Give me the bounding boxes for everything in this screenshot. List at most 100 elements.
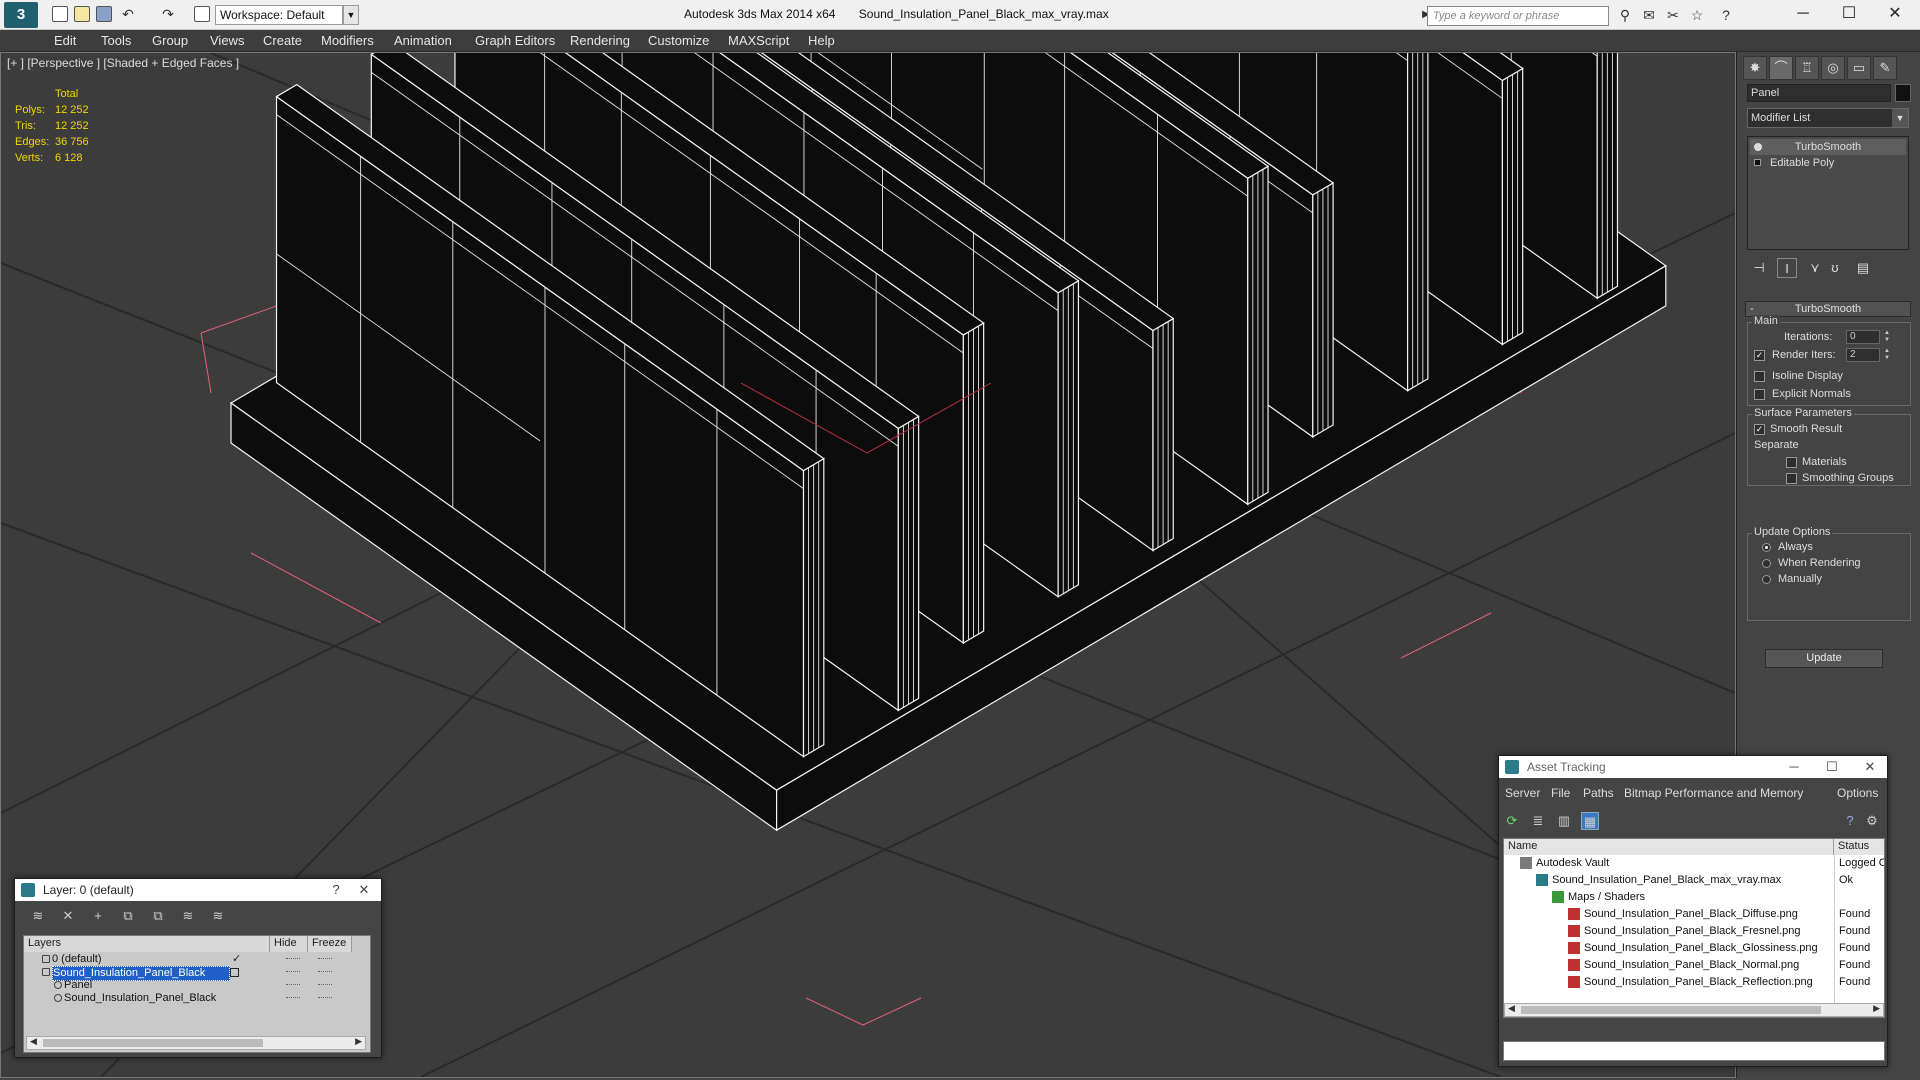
asset-row[interactable]: Sound_Insulation_Panel_Black_Reflection.… [1504, 974, 1884, 990]
pin-stack-icon[interactable]: ⊣ [1749, 258, 1769, 278]
asset-row[interactable]: Autodesk Vault Logged O [1504, 855, 1884, 871]
manually-radio[interactable] [1762, 575, 1771, 584]
scrollbar-thumb[interactable] [43, 1039, 263, 1047]
materials-checkbox[interactable] [1786, 457, 1797, 468]
settings-icon[interactable]: ⚙ [1863, 812, 1881, 830]
create-tab-icon[interactable]: ✸ [1743, 56, 1767, 80]
layer-row[interactable]: 0 (default) ✓ [24, 953, 370, 966]
binoculars-icon[interactable]: ⚲ [1617, 7, 1633, 23]
tools-icon[interactable]: ✂ [1665, 7, 1681, 23]
update-button[interactable]: Update [1765, 649, 1883, 668]
asset-row[interactable]: Sound_Insulation_Panel_Black_Glossiness.… [1504, 940, 1884, 956]
hide-toggle[interactable] [286, 984, 300, 987]
chevron-down-icon[interactable]: ▼ [343, 5, 359, 25]
menu-group[interactable]: Group [152, 33, 188, 48]
layer-row[interactable]: Sound_Insulation_Panel_Black [24, 992, 370, 1005]
minimize-button[interactable]: ─ [1781, 756, 1807, 778]
asset-row[interactable]: Sound_Insulation_Panel_Black_Normal.png F… [1504, 957, 1884, 973]
asset-menu-bitmap-performance[interactable]: Bitmap Performance and Memory [1624, 786, 1803, 800]
freeze-toggle[interactable] [318, 958, 332, 961]
close-button[interactable]: ✕ [1857, 756, 1883, 778]
communication-icon[interactable]: ✉ [1641, 7, 1657, 23]
asset-row[interactable]: Sound_Insulation_Panel_Black_max_vray.ma… [1504, 872, 1884, 888]
always-radio[interactable] [1762, 543, 1771, 552]
freeze-toggle[interactable] [318, 997, 332, 1000]
highlight-selected-icon[interactable]: ⧉ [149, 907, 167, 925]
freeze-all-icon[interactable]: ≋ [209, 907, 227, 925]
close-button[interactable]: ✕ [351, 879, 377, 901]
menu-graph-editors[interactable]: Graph Editors [475, 33, 555, 48]
menu-modifiers[interactable]: Modifiers [321, 33, 374, 48]
spinner-arrows-icon[interactable]: ▲ ▼ [1882, 348, 1892, 362]
project-folder-icon[interactable] [194, 6, 210, 22]
render-iters-checkbox[interactable]: ✓ [1754, 350, 1765, 361]
column-header-status[interactable]: Status [1834, 839, 1884, 855]
add-to-layer-icon[interactable]: + [89, 907, 107, 925]
current-layer-box-icon[interactable] [230, 968, 239, 977]
menu-views[interactable]: Views [210, 33, 244, 48]
menu-customize[interactable]: Customize [648, 33, 709, 48]
when-rendering-radio[interactable] [1762, 559, 1771, 568]
display-tab-icon[interactable]: ▭ [1847, 56, 1871, 80]
motion-tab-icon[interactable]: ◎ [1821, 56, 1845, 80]
new-layer-icon[interactable]: ≋ [29, 907, 47, 925]
sound-insulation-panel-model[interactable] [229, 53, 1667, 832]
asset-row[interactable]: Sound_Insulation_Panel_Black_Fresnel.png… [1504, 923, 1884, 939]
detail-view-icon[interactable]: ▥ [1555, 812, 1573, 830]
horizontal-scrollbar[interactable]: ◀ ▶ [1504, 1003, 1884, 1017]
expand-icon[interactable] [1754, 159, 1761, 166]
asset-row[interactable]: Sound_Insulation_Panel_Black_Diffuse.png… [1504, 906, 1884, 922]
hide-toggle[interactable] [286, 971, 300, 974]
smoothing-groups-checkbox[interactable] [1786, 473, 1797, 484]
smooth-result-checkbox[interactable]: ✓ [1754, 424, 1765, 435]
refresh-icon[interactable]: ⟳ [1503, 812, 1521, 830]
layer-row[interactable]: Panel [24, 979, 370, 992]
menu-rendering[interactable]: Rendering [570, 33, 630, 48]
show-end-result-icon[interactable]: I [1777, 258, 1797, 278]
modifier-list-dropdown[interactable]: Modifier List ▼ [1747, 108, 1909, 128]
modify-tab-icon[interactable]: ⌒ [1769, 56, 1793, 80]
object-color-swatch[interactable] [1895, 84, 1911, 102]
spinner-arrows-icon[interactable]: ▲ ▼ [1882, 330, 1892, 344]
asset-menu-file[interactable]: File [1551, 786, 1570, 800]
redo-icon[interactable]: ↷ [160, 6, 176, 22]
scroll-right-icon[interactable]: ▶ [355, 1036, 362, 1047]
asset-menu-paths[interactable]: Paths [1583, 786, 1614, 800]
menu-maxscript[interactable]: MAXScript [728, 33, 789, 48]
scroll-right-icon[interactable]: ▶ [1873, 1003, 1880, 1014]
new-file-icon[interactable] [52, 6, 68, 22]
hide-toggle[interactable] [286, 997, 300, 1000]
scroll-left-icon[interactable]: ◀ [30, 1036, 37, 1047]
hide-all-icon[interactable]: ≋ [179, 907, 197, 925]
help-button[interactable]: ? [323, 879, 349, 901]
search-input[interactable]: Type a keyword or phrase [1427, 6, 1609, 26]
app-menu-button[interactable]: 3 [4, 2, 38, 28]
open-file-icon[interactable] [74, 6, 90, 22]
minimize-button[interactable]: ─ [1780, 0, 1826, 30]
iterations-spinner[interactable]: 0 [1846, 330, 1880, 344]
delete-layer-icon[interactable]: ✕ [59, 907, 77, 925]
explicit-normals-checkbox[interactable] [1754, 389, 1765, 400]
menu-animation[interactable]: Animation [394, 33, 452, 48]
stack-item-editable-poly[interactable]: Editable Poly [1750, 155, 1906, 171]
favorites-icon[interactable]: ☆ [1689, 7, 1705, 23]
stack-item-turbosmooth[interactable]: TurboSmooth [1750, 139, 1906, 155]
remove-modifier-icon[interactable]: ʊ [1825, 258, 1845, 278]
layer-row[interactable]: Sound_Insulation_Panel_Black [24, 966, 370, 981]
isoline-display-checkbox[interactable] [1754, 371, 1765, 382]
asset-path-field[interactable] [1503, 1041, 1885, 1061]
save-file-icon[interactable] [96, 6, 112, 22]
list-view-icon[interactable]: ≣ [1529, 812, 1547, 830]
maximize-button[interactable]: ☐ [1819, 756, 1845, 778]
freeze-toggle[interactable] [318, 984, 332, 987]
close-button[interactable]: ✕ [1872, 0, 1918, 30]
scroll-left-icon[interactable]: ◀ [1508, 1003, 1515, 1014]
hide-toggle[interactable] [286, 958, 300, 961]
asset-window-titlebar[interactable]: Asset Tracking ─ ☐ ✕ [1499, 756, 1887, 778]
lightbulb-icon[interactable] [1754, 143, 1762, 151]
viewport-label[interactable]: [+ ] [Perspective ] [Shaded + Edged Face… [7, 56, 239, 70]
menu-create[interactable]: Create [263, 33, 302, 48]
column-header-layers[interactable]: Layers [24, 936, 270, 952]
active-layer-check-icon[interactable]: ✓ [232, 953, 241, 966]
utilities-tab-icon[interactable]: ✎ [1873, 56, 1897, 80]
